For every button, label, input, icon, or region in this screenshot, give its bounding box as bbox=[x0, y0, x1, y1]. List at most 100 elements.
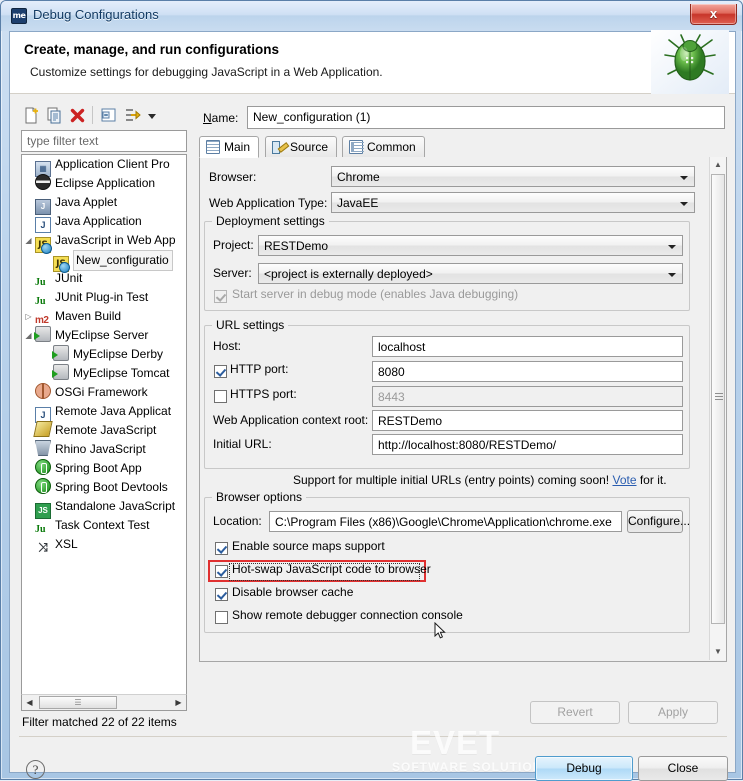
enable-source-maps-checkbox[interactable] bbox=[215, 542, 228, 555]
configuration-editor-panel: Name: New_configuration (1) Main Source … bbox=[199, 102, 727, 692]
tree-item-java-applet[interactable]: J Java Applet bbox=[22, 193, 186, 215]
debug-button[interactable]: Debug bbox=[535, 756, 633, 781]
tree-item-xsl[interactable]: ⤨ XSL bbox=[22, 535, 186, 554]
tree-item-label: Eclipse Application bbox=[55, 176, 156, 190]
tree-filter-input[interactable]: type filter text bbox=[21, 130, 187, 152]
collapse-all-icon[interactable] bbox=[99, 105, 120, 126]
tree-item-eclipse-application[interactable]: Eclipse Application bbox=[22, 174, 186, 193]
tree-item-spring-boot-devtools[interactable]: Spring Boot Devtools bbox=[22, 478, 186, 497]
configuration-name-row: Name: New_configuration (1) bbox=[199, 106, 727, 130]
close-button[interactable]: Close bbox=[638, 756, 728, 781]
tab-common[interactable]: Common bbox=[342, 136, 425, 158]
tree-expander-collapsed-icon[interactable]: ▷ bbox=[22, 307, 35, 326]
new-configuration-icon[interactable] bbox=[21, 105, 42, 126]
tree-item-osgi-framework[interactable]: OSGi Framework bbox=[22, 383, 186, 402]
tree-expander-expanded-icon[interactable]: ◢ bbox=[22, 231, 35, 250]
scroll-up-icon[interactable]: ▲ bbox=[710, 157, 726, 173]
tree-item-new-configuratio[interactable]: JS New_configuratio bbox=[22, 250, 186, 273]
scroll-down-icon[interactable]: ▼ bbox=[710, 644, 726, 660]
tree-item-label: MyEclipse Derby bbox=[73, 347, 164, 361]
tree-item-javascript-in-web-app[interactable]: ◢ JS JavaScript in Web App bbox=[22, 231, 186, 254]
http-port-input[interactable]: 8080 bbox=[372, 361, 683, 382]
tab-source[interactable]: Source bbox=[265, 136, 338, 158]
https-port-checkbox[interactable] bbox=[214, 390, 227, 403]
page-title: Create, manage, and run configurations bbox=[24, 42, 280, 57]
context-root-input[interactable]: RESTDemo bbox=[372, 410, 683, 431]
xsl-icon: ⤨ bbox=[38, 540, 48, 554]
spring-boot-icon bbox=[35, 459, 51, 475]
http-port-checkbox[interactable] bbox=[214, 365, 227, 378]
disable-browser-cache-checkbox[interactable] bbox=[215, 588, 228, 601]
tree-item-junit-plug-in-test[interactable]: Ju JUnit Plug-in Test bbox=[22, 288, 186, 307]
filter-status-text: Filter matched 22 of 22 items bbox=[22, 715, 177, 729]
tree-horizontal-scrollbar[interactable]: ◀ ☰ ▶ bbox=[21, 694, 187, 711]
url-settings-group: URL settings Host: localhost HTTP port: … bbox=[204, 318, 690, 469]
vscroll-thumb[interactable] bbox=[711, 174, 725, 624]
tree-item-remote-javascript[interactable]: Remote JavaScript bbox=[22, 421, 186, 440]
tree-item-label: MyEclipse Server bbox=[55, 328, 149, 342]
tree-item-label: XSL bbox=[55, 537, 78, 551]
tree-item-standalone-javascript[interactable]: JS Standalone JavaScript bbox=[22, 497, 186, 519]
apply-button[interactable]: Apply bbox=[628, 701, 718, 724]
watermark-line2: SOFTWARE SOLUTIONS bbox=[392, 760, 552, 774]
filter-configurations-icon[interactable] bbox=[122, 105, 143, 126]
https-port-input[interactable]: 8443 bbox=[372, 386, 683, 407]
multiple-urls-note-prefix: Support for multiple initial URLs (entry… bbox=[293, 473, 613, 487]
tree-expander-spacer bbox=[40, 250, 53, 269]
server-combo[interactable]: <project is externally deployed> bbox=[258, 263, 683, 284]
debug-button-label: Debug bbox=[566, 761, 602, 775]
tree-item-myeclipse-server[interactable]: ◢ MyEclipse Server bbox=[22, 326, 186, 345]
tree-item-rhino-javascript[interactable]: Rhino JavaScript bbox=[22, 440, 186, 459]
show-remote-debugger-console-checkbox[interactable] bbox=[215, 611, 228, 624]
tree-item-maven-build[interactable]: ▷ m2 Maven Build bbox=[22, 307, 186, 326]
deployment-settings-title: Deployment settings bbox=[212, 214, 329, 228]
main-tab-panel: Browser: Chrome Web Application Type: Ja… bbox=[199, 157, 727, 662]
tree-item-myeclipse-derby[interactable]: MyEclipse Derby bbox=[22, 345, 186, 364]
tree-item-spring-boot-app[interactable]: Spring Boot App bbox=[22, 459, 186, 478]
dialog-banner: Create, manage, and run configurations C… bbox=[10, 30, 735, 94]
scroll-left-icon[interactable]: ◀ bbox=[22, 695, 37, 710]
tree-item-application-client-pro[interactable]: ▦ Application Client Pro bbox=[22, 155, 186, 177]
revert-button[interactable]: Revert bbox=[530, 701, 620, 724]
view-menu-chevron-icon[interactable] bbox=[145, 105, 159, 126]
host-input[interactable]: localhost bbox=[372, 336, 683, 357]
configuration-name-input[interactable]: New_configuration (1) bbox=[247, 106, 725, 129]
hscroll-thumb[interactable]: ☰ bbox=[39, 696, 117, 709]
tree-item-label: Remote Java Applicat bbox=[55, 404, 172, 418]
tree-item-remote-java-applicat[interactable]: J Remote Java Applicat bbox=[22, 402, 186, 423]
webapp-type-combo[interactable]: JavaEE bbox=[331, 192, 695, 213]
browser-combo[interactable]: Chrome bbox=[331, 166, 695, 187]
project-combo[interactable]: RESTDemo bbox=[258, 235, 683, 256]
main-tab-scroll-content: Browser: Chrome Web Application Type: Ja… bbox=[200, 157, 710, 660]
vote-link[interactable]: Vote bbox=[612, 473, 636, 487]
delete-configuration-icon[interactable] bbox=[67, 105, 88, 126]
help-question-icon[interactable]: ? bbox=[26, 760, 45, 779]
tree-item-junit[interactable]: Ju JUnit bbox=[22, 269, 186, 288]
source-tab-icon bbox=[272, 140, 286, 154]
duplicate-configuration-icon[interactable] bbox=[44, 105, 65, 126]
close-window-button[interactable]: x bbox=[690, 4, 737, 25]
start-server-debug-checkbox[interactable] bbox=[214, 290, 227, 303]
tree-item-label: Task Context Test bbox=[55, 518, 150, 532]
configure-button[interactable]: Configure... bbox=[627, 510, 690, 533]
main-tab-icon bbox=[206, 140, 220, 154]
tab-main[interactable]: Main bbox=[199, 136, 260, 158]
show-remote-debugger-console-label: Show remote debugger connection console bbox=[232, 608, 463, 622]
enable-source-maps-label: Enable source maps support bbox=[232, 539, 385, 553]
tab-common-label: Common bbox=[367, 140, 416, 154]
scroll-right-icon[interactable]: ▶ bbox=[171, 695, 186, 710]
tree-item-task-context-test[interactable]: Ju Task Context Test bbox=[22, 516, 186, 535]
hot-swap-checkbox[interactable] bbox=[215, 565, 228, 578]
webapp-type-label: Web Application Type: bbox=[209, 196, 328, 210]
tree-item-myeclipse-tomcat[interactable]: MyEclipse Tomcat bbox=[22, 364, 186, 383]
browser-location-input[interactable]: C:\Program Files (x86)\Google\Chrome\App… bbox=[269, 511, 622, 532]
tree-item-java-application[interactable]: J Java Application bbox=[22, 212, 186, 233]
server-icon bbox=[52, 345, 69, 361]
main-tab-vertical-scrollbar[interactable]: ▲ ▼ bbox=[709, 157, 726, 660]
configurations-tree[interactable]: ▦ Application Client Pro Eclipse Applicat… bbox=[21, 154, 187, 694]
tree-expander-spacer bbox=[22, 459, 35, 478]
tree-item-label: MyEclipse Tomcat bbox=[73, 366, 170, 380]
tree-expander-spacer bbox=[22, 421, 35, 440]
initial-url-input[interactable]: http://localhost:8080/RESTDemo/ bbox=[372, 434, 683, 455]
tree-expander-spacer bbox=[22, 193, 35, 212]
